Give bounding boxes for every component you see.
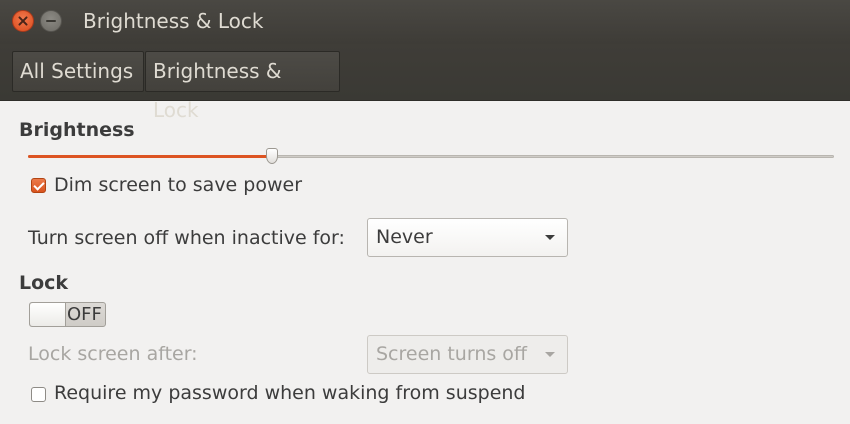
turn-off-dropdown-value: Never xyxy=(376,226,433,248)
lock-toggle-knob[interactable] xyxy=(30,303,66,326)
window-title: Brightness & Lock xyxy=(83,9,264,33)
require-password-label[interactable]: Require my password when waking from sus… xyxy=(54,382,525,404)
turn-off-dropdown[interactable]: Never xyxy=(367,218,568,257)
brightness-slider-handle[interactable] xyxy=(266,148,278,164)
lock-toggle-switch[interactable]: OFF xyxy=(29,302,106,327)
lock-after-dropdown[interactable]: Screen turns off xyxy=(367,335,568,374)
chevron-down-icon xyxy=(545,235,555,240)
settings-window: Brightness & Lock All Settings Brightnes… xyxy=(0,0,850,424)
lock-after-label: Lock screen after: xyxy=(28,343,198,365)
dim-screen-checkbox[interactable] xyxy=(31,178,46,193)
breadcrumb-all-settings[interactable]: All Settings xyxy=(12,51,144,92)
close-window-button[interactable] xyxy=(12,10,34,32)
chevron-down-icon xyxy=(545,352,555,357)
turn-off-label: Turn screen off when inactive for: xyxy=(28,227,345,249)
brightness-section-title: Brightness xyxy=(19,119,135,141)
breadcrumb-brightness-lock[interactable]: Brightness & Lock xyxy=(145,51,340,122)
minimize-window-button[interactable] xyxy=(40,10,62,32)
lock-after-dropdown-value: Screen turns off xyxy=(376,343,528,365)
brightness-slider-fill xyxy=(28,155,272,158)
lock-toggle-state: OFF xyxy=(67,304,102,325)
title-bar: Brightness & Lock xyxy=(0,0,850,44)
lock-section-title: Lock xyxy=(19,272,69,294)
dim-screen-label[interactable]: Dim screen to save power xyxy=(54,174,302,196)
require-password-checkbox[interactable] xyxy=(31,387,46,402)
breadcrumb: All Settings Brightness & Lock xyxy=(0,44,850,122)
